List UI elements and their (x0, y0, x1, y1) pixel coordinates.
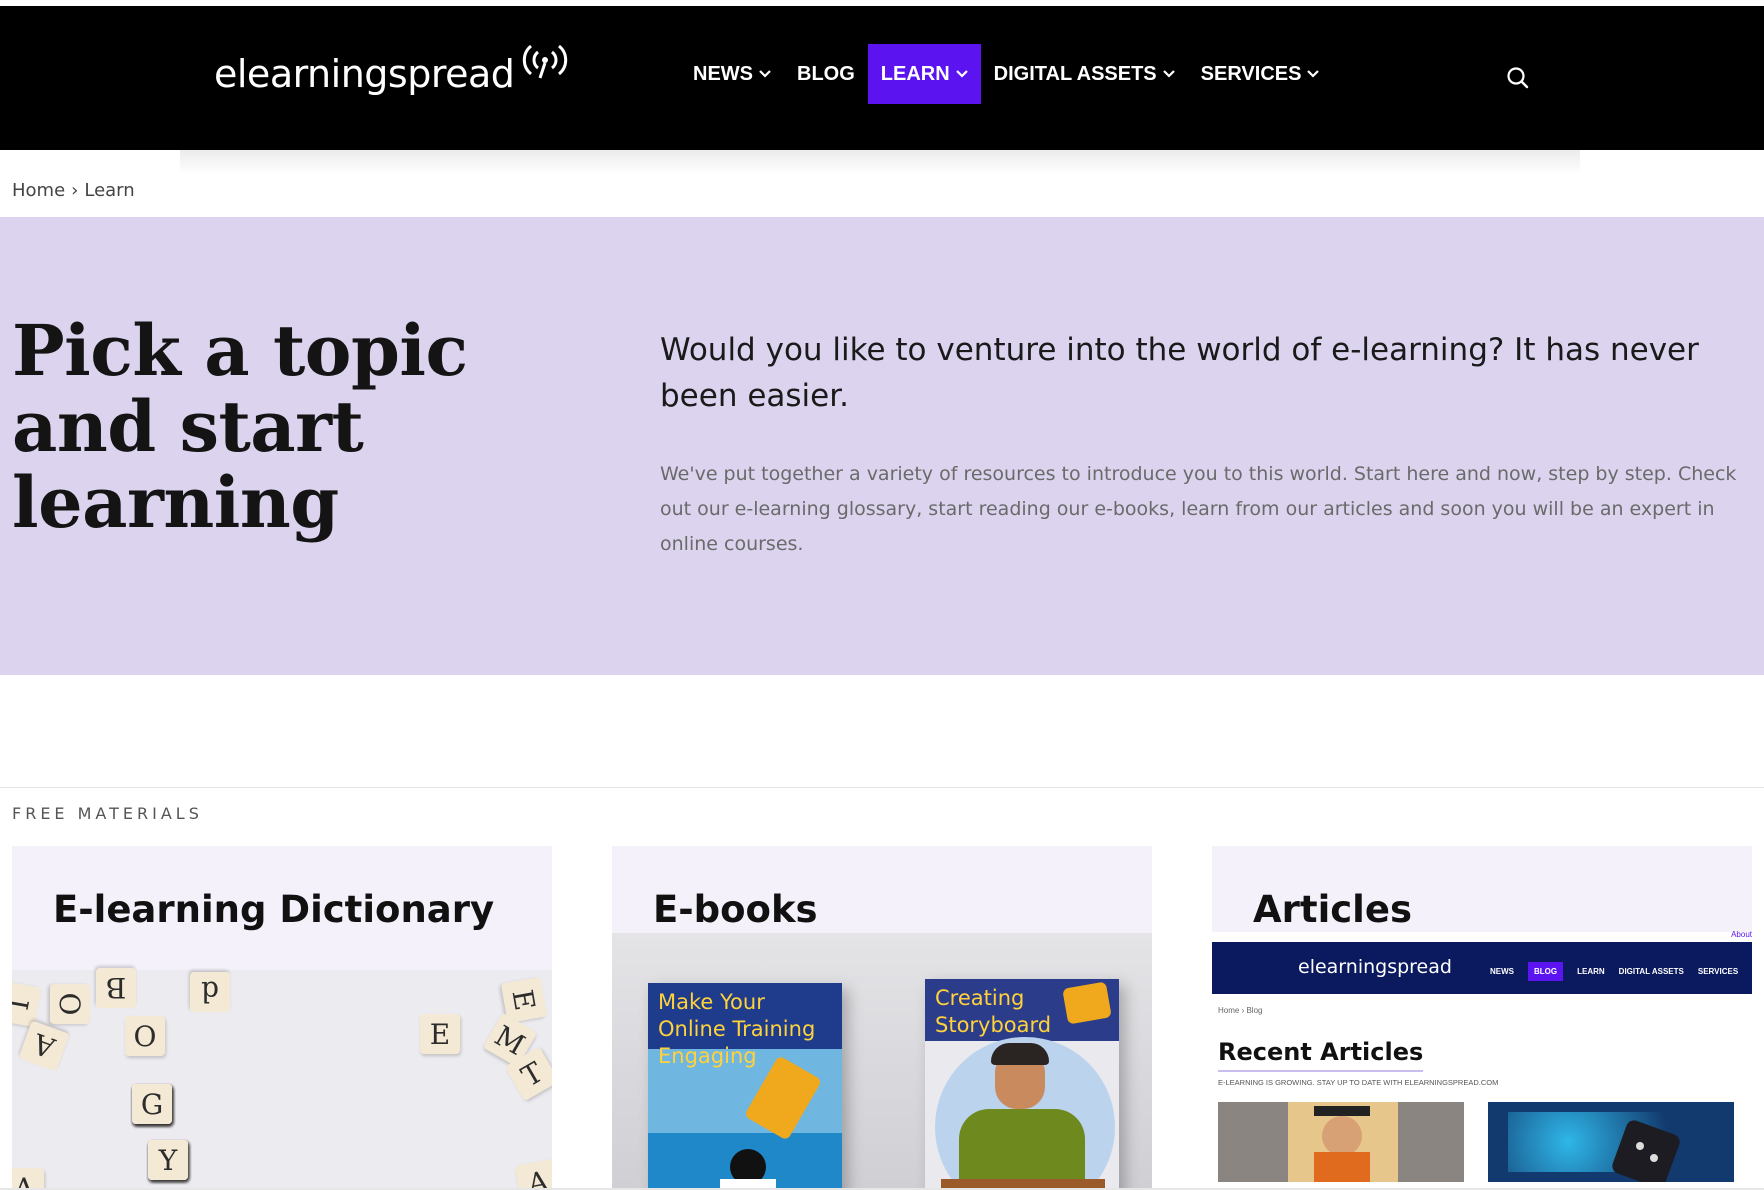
nav-learn[interactable]: LEARN (867, 44, 981, 104)
breadcrumb: Home › Learn (12, 180, 135, 201)
ebooks-card-image: Make Your Online Training Engaging Creat… (612, 933, 1152, 1190)
card-elearning-dictionary[interactable]: E-learning Dictionary I O B A O d E E M … (12, 846, 552, 1190)
article-thumbnail-1 (1218, 1102, 1464, 1182)
card-ebooks[interactable]: E-books Make Your Online Training Engagi… (612, 846, 1152, 1190)
chevron-down-icon (955, 70, 968, 78)
nav-learn-label: LEARN (880, 62, 950, 85)
search-icon (1507, 67, 1529, 89)
about-link: About (1731, 930, 1752, 939)
chevron-down-icon (759, 70, 771, 78)
breadcrumb-home-link[interactable]: Home (12, 180, 65, 201)
mini-header: elearningspread NEWS BLOG LEARN DIGITAL … (1212, 942, 1752, 994)
search-button[interactable] (1506, 66, 1530, 95)
hero-body-text: We've put together a variety of resource… (660, 463, 1737, 555)
letter-tile: Y (148, 1140, 188, 1180)
nav-blog[interactable]: BLOG (784, 44, 868, 104)
nav-blog-label: BLOG (797, 62, 855, 85)
mini-nav: NEWS BLOG LEARN DIGITAL ASSETS SERVICES (1490, 962, 1738, 981)
nav-services-label: SERVICES (1200, 62, 1302, 85)
article-thumbnail-2 (1488, 1102, 1734, 1182)
mini-nav-learn: LEARN (1577, 967, 1605, 976)
section-divider (0, 787, 1764, 788)
ebook-1-title: Make Your Online Training Engaging (648, 983, 842, 1068)
mini-nav-services: SERVICES (1697, 967, 1739, 976)
hero-section: Pick a topic and start learning Would yo… (0, 217, 1764, 675)
nav-news[interactable]: NEWS (680, 44, 784, 104)
page-title: Pick a topic and start learning (12, 309, 468, 544)
mini-nav-digital-assets: DIGITAL ASSETS (1618, 967, 1684, 976)
broadcast-waves-icon (522, 44, 568, 79)
site-header: elearningspread NEWS BLOG LEARN DIGITAL … (0, 6, 1764, 150)
chevron-down-icon (1162, 70, 1175, 78)
mini-breadcrumb: Home › Blog (1218, 1006, 1263, 1015)
card-title: E-learning Dictionary (53, 888, 495, 931)
letter-tile: G (132, 1084, 172, 1124)
mini-nav-blog: BLOG (1528, 962, 1564, 981)
hero-lead-text: Would you like to venture into the world… (660, 332, 1699, 414)
site-logo[interactable]: elearningspread (214, 52, 515, 96)
card-title: E-books (653, 888, 818, 931)
chevron-down-icon (1307, 70, 1320, 78)
breadcrumb-separator: › (71, 180, 79, 201)
mini-heading: Recent Articles (1218, 1038, 1424, 1072)
mini-logo: elearningspread (1298, 956, 1452, 978)
section-label: FREE MATERIALS (12, 804, 203, 823)
nav-digital-assets[interactable]: DIGITAL ASSETS (981, 44, 1188, 104)
dictionary-card-image: I O B A O d E E M T A A E L E A R N I N … (12, 968, 552, 1190)
main-nav: NEWS BLOG LEARN DIGITAL ASSETS SERVICES (680, 44, 1332, 104)
ebook-cover-1: Make Your Online Training Engaging (648, 983, 842, 1190)
nav-digital-assets-label: DIGITAL ASSETS (993, 62, 1157, 85)
breadcrumb-current: Learn (84, 180, 135, 201)
card-articles[interactable]: Articles About elearningspread NEWS BLOG… (1212, 846, 1752, 1190)
header-shadow (180, 150, 1580, 174)
mini-subheading: E-LEARNING IS GROWING. STAY UP TO DATE W… (1218, 1078, 1499, 1087)
ebook-cover-2: Creating Storyboard (925, 979, 1119, 1190)
card-title: Articles (1253, 888, 1412, 931)
articles-card-image: About elearningspread NEWS BLOG LEARN DI… (1212, 930, 1752, 1190)
nav-news-label: NEWS (693, 62, 753, 85)
mini-nav-news: NEWS (1490, 967, 1514, 976)
chat-bubble-icon (1062, 981, 1112, 1025)
nav-services[interactable]: SERVICES (1188, 44, 1333, 104)
